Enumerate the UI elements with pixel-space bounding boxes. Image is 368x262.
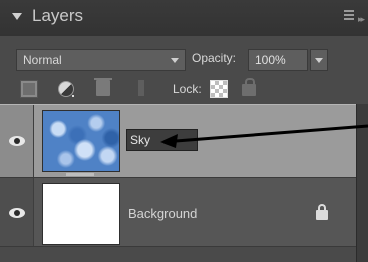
blend-mode-select[interactable]: Normal: [16, 49, 186, 71]
new-layer-icon[interactable]: [20, 80, 38, 98]
menu-lines-icon[interactable]: [344, 10, 354, 22]
opacity-field[interactable]: 100%: [248, 49, 308, 71]
chevron-down-icon: [315, 58, 323, 63]
layer-options-row: Normal Opacity: 100%: [0, 36, 368, 78]
triangle-down-icon[interactable]: [12, 13, 22, 20]
visibility-toggle[interactable]: [0, 178, 34, 246]
chevron-down-icon: [171, 58, 179, 63]
lock-icon: [316, 204, 328, 220]
lock-label: Lock:: [173, 82, 202, 96]
layer-row-sky[interactable]: Sky: [0, 104, 356, 177]
trash-icon[interactable]: [94, 78, 112, 96]
lock-icon[interactable]: [242, 78, 256, 96]
collapse-panel-icon[interactable]: ▸▸: [358, 14, 365, 25]
blend-mode-value: Normal: [23, 53, 62, 67]
scrollbar[interactable]: [356, 104, 368, 262]
eye-icon[interactable]: [9, 208, 25, 218]
layer-name-input[interactable]: Sky: [126, 129, 198, 151]
layer-row-background[interactable]: Background: [0, 177, 356, 247]
panel-title: Layers: [32, 6, 84, 25]
layers-list: Sky Background: [0, 104, 368, 262]
visibility-toggle[interactable]: [0, 105, 34, 177]
link-layers-icon[interactable]: [138, 80, 144, 96]
eye-icon[interactable]: [9, 136, 25, 146]
layer-tool-row: Lock:: [0, 78, 368, 104]
adjustment-menu-indicator: [72, 95, 74, 97]
opacity-dropdown-button[interactable]: [310, 49, 328, 71]
layer-thumbnail-sky[interactable]: [42, 110, 120, 172]
layer-thumbnail-background[interactable]: [42, 183, 120, 245]
layers-panel: Layers ▸▸ Normal Opacity: 100% Lock: Sky…: [0, 0, 368, 262]
opacity-label: Opacity:: [192, 51, 237, 65]
panel-title-bar: Layers ▸▸: [0, 0, 368, 37]
thumbnail-handle: [66, 173, 94, 176]
checkerboard-icon[interactable]: [210, 80, 228, 98]
layer-name: Background: [128, 206, 198, 221]
